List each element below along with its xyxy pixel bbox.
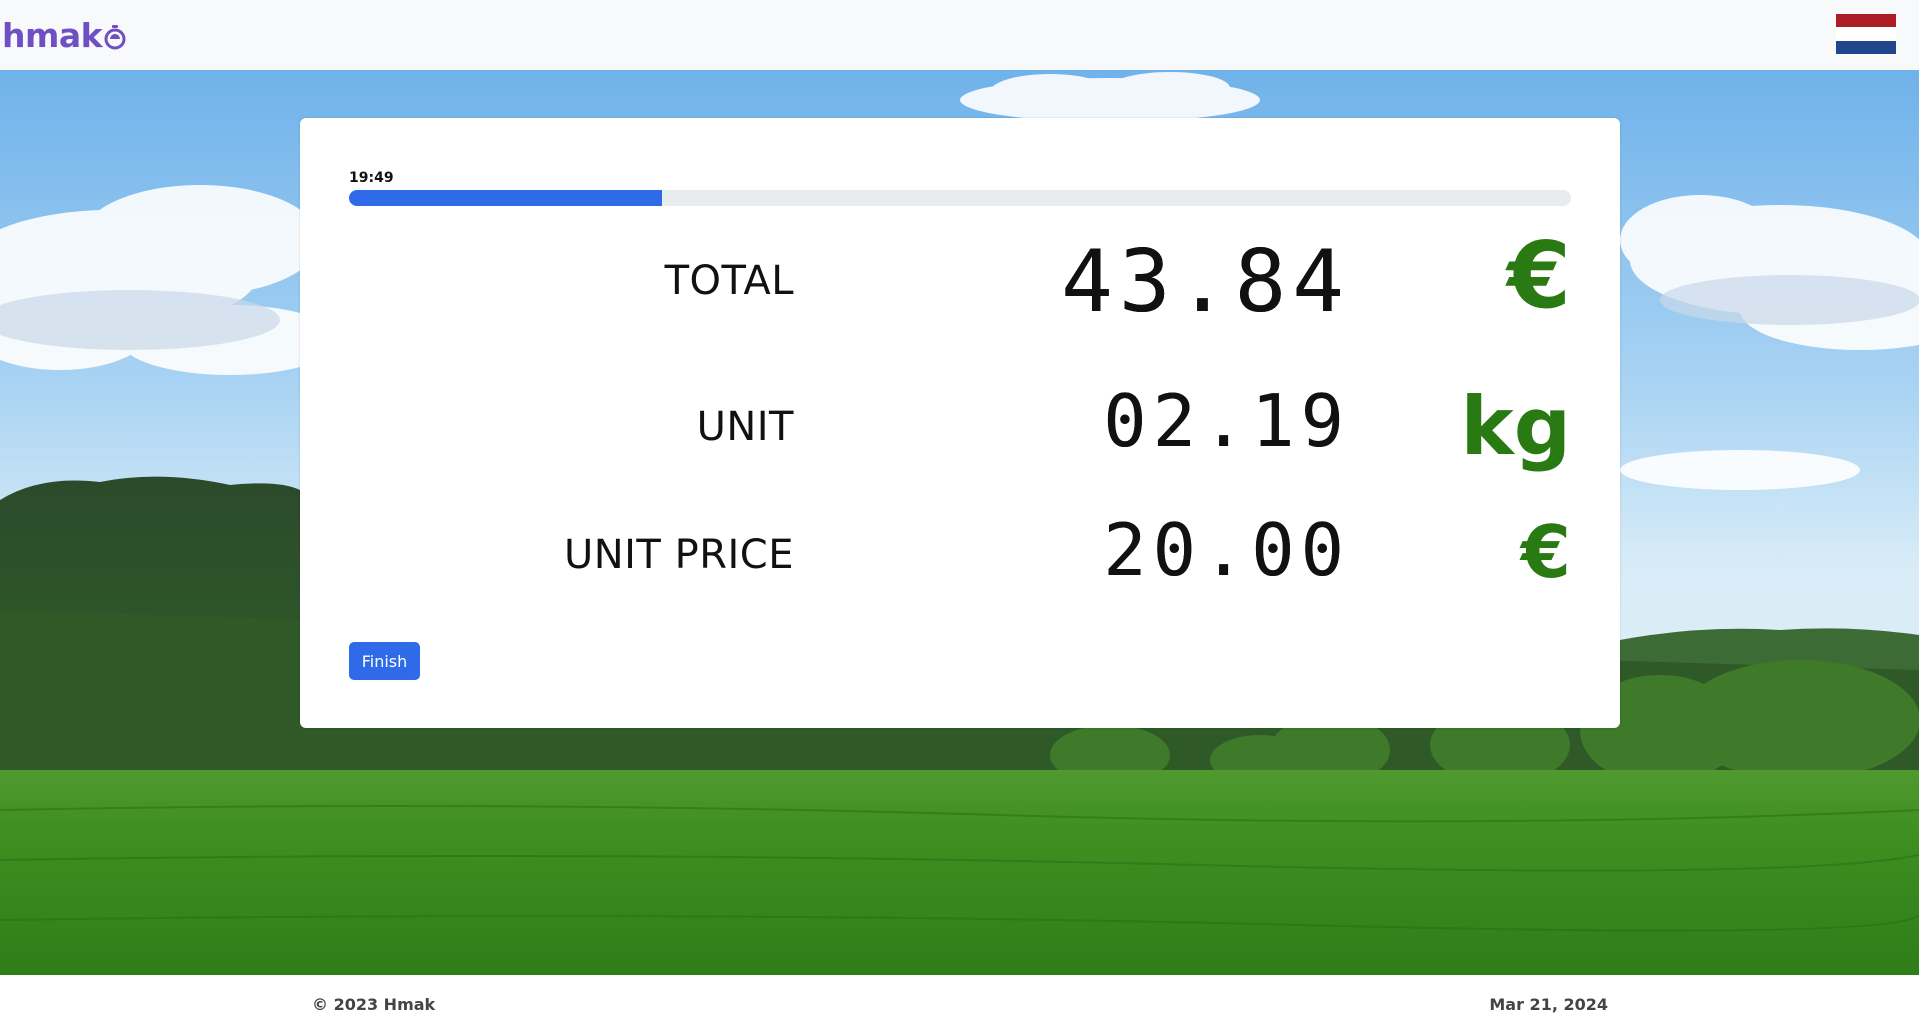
netherlands-flag-icon[interactable] — [1836, 14, 1896, 54]
total-unit: € — [1506, 222, 1571, 329]
progress-bar-fill — [349, 190, 662, 206]
flag-white-stripe — [1836, 27, 1896, 41]
unit-price-label: UNIT PRICE — [563, 532, 794, 578]
timer: 19:49 — [349, 170, 394, 186]
unit-price-unit: € — [1520, 510, 1571, 594]
unit-value: 02.19 — [1103, 379, 1350, 463]
flag-blue-stripe — [1836, 40, 1896, 54]
flag-red-stripe — [1836, 14, 1896, 28]
stopwatch-icon — [104, 25, 126, 50]
footer-date: Mar 21, 2024 — [1489, 995, 1608, 1014]
navbar: hmak — [0, 0, 1919, 70]
unit-unit: kg — [1460, 380, 1571, 473]
page: hmak 19:49 TOTAL 43.84 € UNIT 02.19 kg U… — [0, 0, 1919, 1031]
brand-logo[interactable]: hmak — [2, 14, 126, 56]
brand-text: hmak — [2, 15, 103, 55]
footer: © 2023 Hmak Mar 21, 2024 — [0, 975, 1919, 1031]
progress-bar-track — [349, 190, 1571, 206]
total-label: TOTAL — [664, 258, 794, 304]
weighing-card: 19:49 TOTAL 43.84 € UNIT 02.19 kg UNIT P… — [300, 118, 1620, 728]
unit-label: UNIT — [696, 404, 794, 450]
finish-button[interactable]: Finish — [349, 642, 420, 680]
total-value: 43.84 — [1061, 232, 1350, 332]
unit-price-value: 20.00 — [1103, 508, 1350, 592]
copyright-text: © 2023 Hmak — [312, 995, 436, 1014]
